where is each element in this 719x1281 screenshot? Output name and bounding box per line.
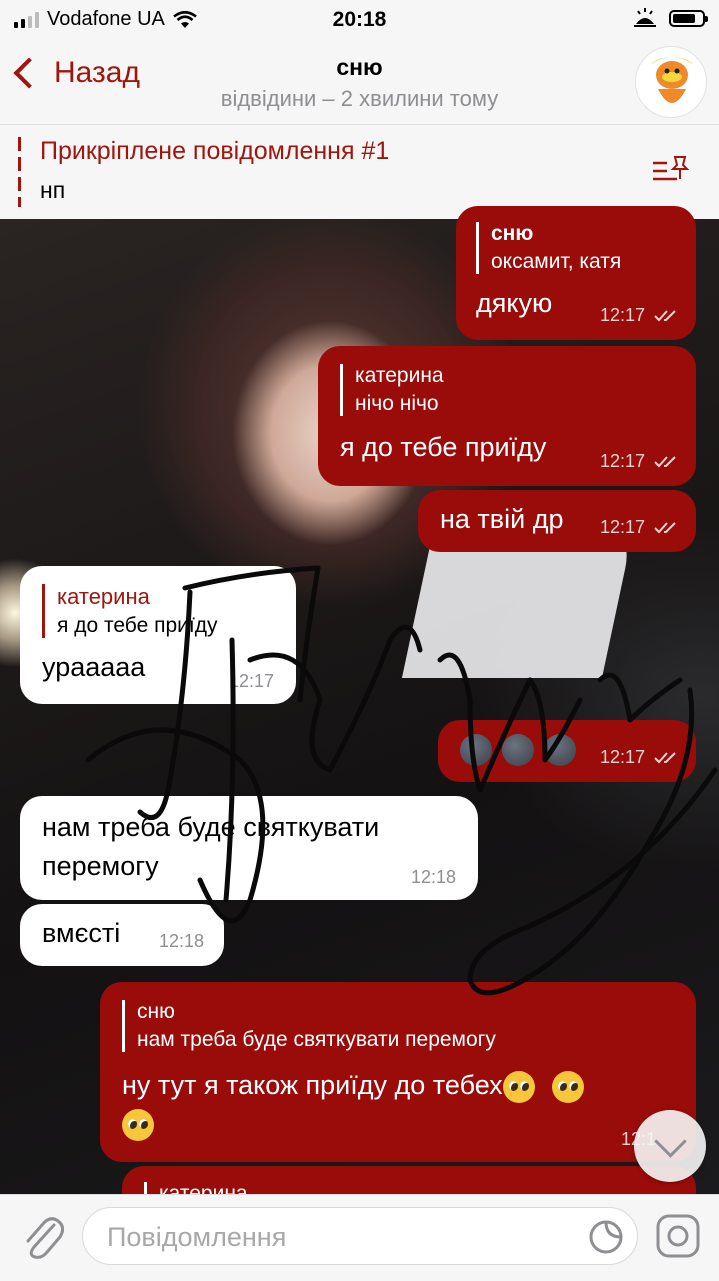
avatar[interactable] (635, 46, 707, 118)
message-bubble[interactable]: вмєсті 12:18 (20, 904, 224, 966)
read-checks-icon (654, 456, 676, 468)
chat-title[interactable]: сню (0, 54, 719, 81)
new-moon-face-icon (460, 734, 492, 766)
reply-author: катерина (355, 364, 444, 387)
status-bar: Vodafone UA 20:18 (0, 0, 719, 40)
new-moon-face-icon (502, 734, 534, 766)
new-moon-face-icon (544, 734, 576, 766)
reply-quote[interactable]: катерина нічо нічо (340, 364, 674, 416)
read-checks-icon (654, 310, 676, 322)
read-checks-icon (654, 522, 676, 534)
scroll-down-icon (654, 1125, 687, 1158)
pinned-indicator (18, 137, 21, 207)
clock: 20:18 (332, 8, 387, 31)
message-time: 12:18 (410, 867, 456, 887)
message-time: 12:17 (228, 671, 274, 691)
message-bubble[interactable]: сню нам треба буде святкувати перемогу н… (100, 982, 696, 1162)
message-time: 12:17 (600, 517, 682, 538)
reply-text: оксамит, катя (491, 250, 622, 273)
message-input-container[interactable] (82, 1207, 638, 1266)
pinned-text: нп (40, 177, 66, 203)
message-time: 12:17 (600, 305, 682, 326)
message-text-line2: перемогу (42, 851, 159, 881)
alarm-icon (634, 8, 656, 27)
pin-list-icon[interactable] (651, 153, 691, 187)
message-bubble[interactable]: нам треба буде святкувати перемогу 12:18 (20, 796, 478, 900)
reply-quote[interactable]: катерина я до тебе приїду (42, 584, 274, 638)
message-time: 12:17 (600, 747, 682, 768)
camera-icon[interactable] (655, 1213, 701, 1259)
message-time: 12:18 (158, 931, 204, 951)
reply-quote[interactable]: сню нам треба буде святкувати перемогу (122, 1000, 674, 1052)
composer-bar (0, 1194, 719, 1281)
message-bubble[interactable]: катерина я до тебе приїду ураааaa 12:17 (20, 566, 296, 704)
message-bubble[interactable]: катерина нічо нічо я до тебе приїду 12:1… (318, 346, 696, 486)
pleading-face-icon (122, 1108, 154, 1141)
message-input[interactable] (105, 1208, 579, 1266)
sticker-icon[interactable] (589, 1220, 623, 1254)
reply-author: сню (491, 222, 534, 245)
last-seen-status: відвідини – 2 хвилини тому (220, 86, 499, 111)
pleading-face-icon (552, 1070, 585, 1103)
scroll-down-button[interactable] (634, 1110, 706, 1182)
reply-author: сню (137, 1000, 175, 1023)
battery-icon (669, 9, 708, 27)
pinned-title: Прикріплене повідомлення #1 (40, 137, 390, 165)
reply-text: нам треба буде святкувати перемогу (137, 1028, 496, 1051)
message-time: 12:17 (600, 451, 682, 472)
pleading-face-icon (502, 1070, 535, 1103)
pinned-message-bar[interactable]: Прикріплене повідомлення #1 нп (0, 124, 719, 219)
message-text: ну тут я також приїду до тебех (122, 1066, 674, 1142)
reply-author: катерина (57, 584, 150, 609)
chat-header: Назад сню відвідини – 2 хвилини тому (0, 40, 719, 124)
message-bubble[interactable]: 12:17 (438, 720, 696, 782)
message-text-line1: нам треба буде святкувати (42, 812, 380, 842)
attach-icon[interactable] (20, 1211, 64, 1261)
reply-text: нічо нічо (355, 392, 439, 415)
reply-quote[interactable]: сню оксамит, катя (476, 222, 676, 274)
message-bubble[interactable]: сню оксамит, катя дякую 12:17 (456, 206, 696, 340)
message-bubble[interactable]: на твій др 12:17 (418, 490, 696, 552)
read-checks-icon (654, 752, 676, 764)
reply-text: я до тебе приїду (57, 614, 218, 637)
